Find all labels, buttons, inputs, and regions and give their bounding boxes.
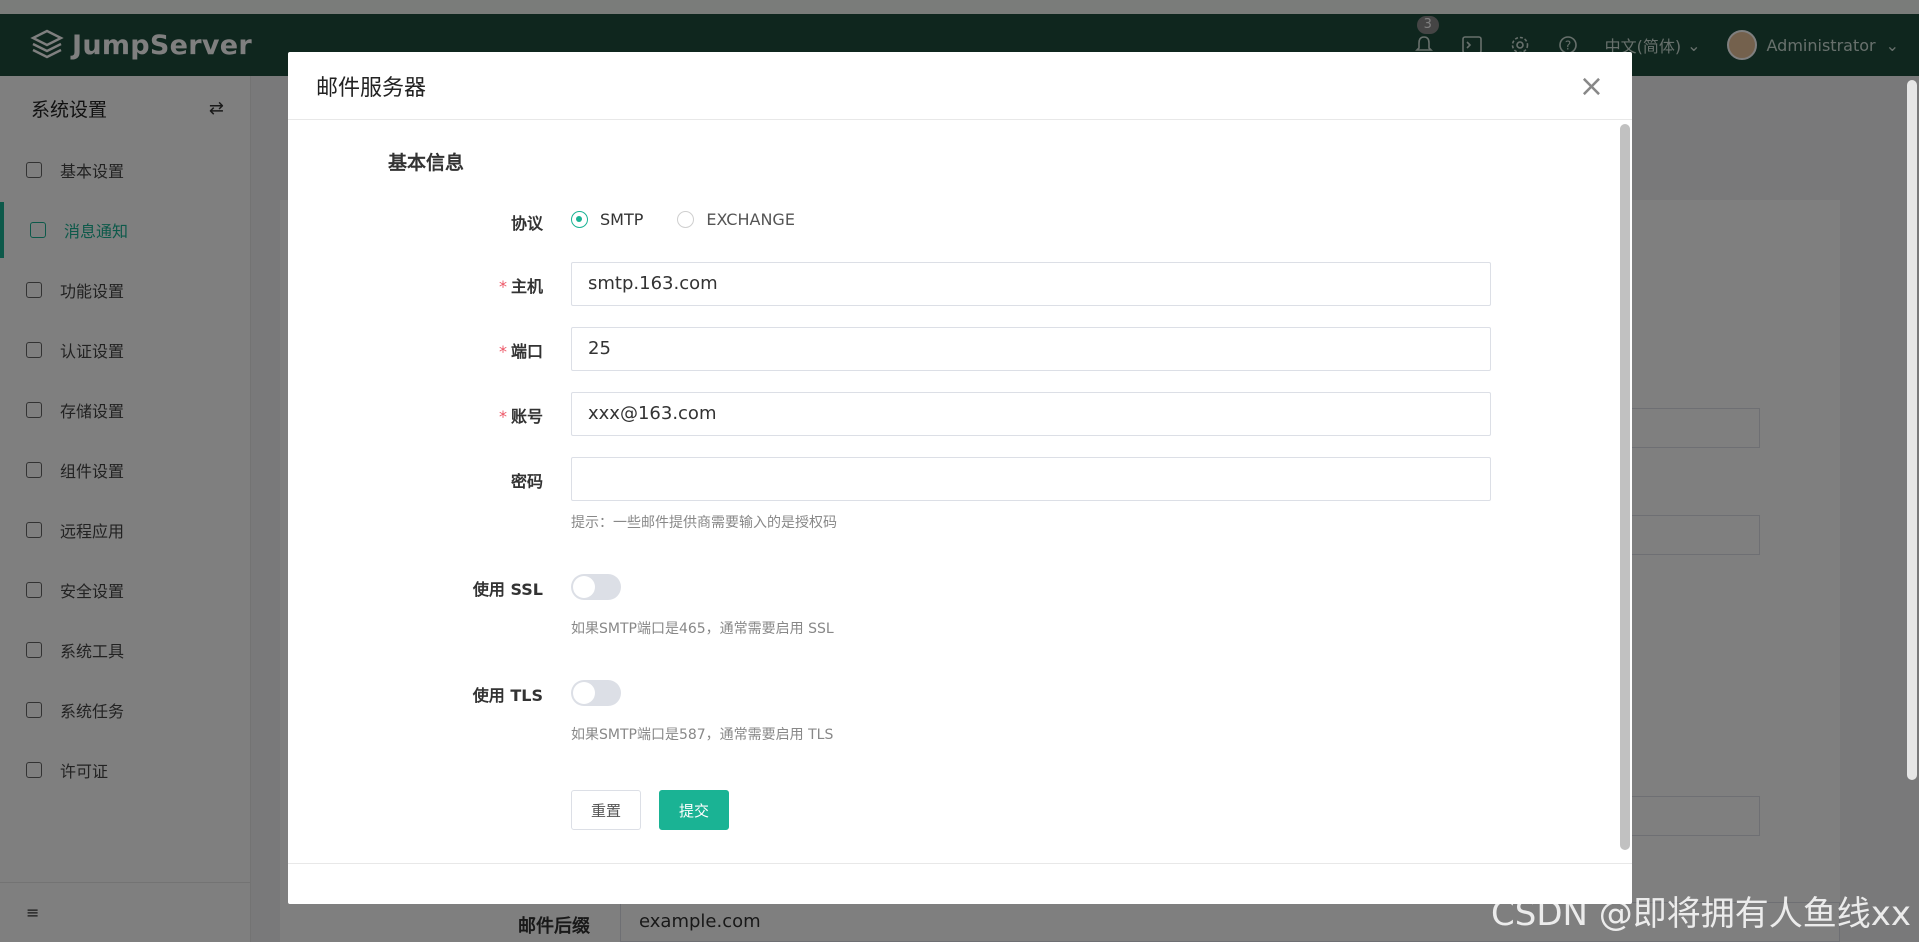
submit-button[interactable]: 提交 bbox=[659, 790, 729, 830]
radio-unchecked-icon bbox=[677, 211, 695, 228]
host-label: * 主机 bbox=[498, 277, 543, 296]
dialog-footer-divider bbox=[288, 863, 1632, 864]
protocol-label: 协议 bbox=[510, 214, 543, 233]
close-icon[interactable]: × bbox=[1579, 72, 1604, 102]
watermark: CSDN @即将拥有人鱼线xx bbox=[1491, 894, 1911, 934]
radio-label: SMTP bbox=[600, 210, 644, 229]
protocol-radio-exchange[interactable]: EXCHANGE bbox=[677, 210, 795, 229]
reset-button[interactable]: 重置 bbox=[571, 790, 641, 830]
tls-toggle[interactable] bbox=[571, 680, 621, 706]
dialog-header: 邮件服务器 × bbox=[288, 52, 1632, 120]
tls-label: 使用 TLS bbox=[472, 686, 543, 705]
tls-hint: 如果SMTP端口是587，通常需要启用 TLS bbox=[571, 727, 834, 743]
mail-server-dialog: 邮件服务器 × 基本信息 协议 SMTP EXCHANGE * 主机 smtp.1… bbox=[288, 52, 1632, 904]
account-input[interactable]: xxx@163.com bbox=[571, 392, 1491, 436]
password-label: 密码 bbox=[510, 472, 543, 491]
ssl-hint: 如果SMTP端口是465，通常需要启用 SSL bbox=[571, 621, 834, 637]
protocol-radio-group: SMTP EXCHANGE bbox=[571, 210, 829, 229]
dialog-scrollbar[interactable] bbox=[1620, 124, 1630, 850]
password-input[interactable] bbox=[571, 457, 1491, 501]
section-title: 基本信息 bbox=[388, 152, 465, 174]
host-input[interactable]: smtp.163.com bbox=[571, 262, 1491, 306]
dialog-title: 邮件服务器 bbox=[316, 75, 427, 101]
port-label: * 端口 bbox=[498, 342, 543, 361]
radio-label: EXCHANGE bbox=[706, 210, 795, 229]
ssl-toggle[interactable] bbox=[571, 574, 621, 600]
port-input[interactable]: 25 bbox=[571, 327, 1491, 371]
page-scrollbar[interactable] bbox=[1907, 80, 1917, 780]
ssl-label: 使用 SSL bbox=[472, 580, 543, 599]
protocol-radio-smtp[interactable]: SMTP bbox=[571, 210, 643, 229]
password-hint: 提示：一些邮件提供商需要输入的是授权码 bbox=[571, 515, 837, 531]
radio-checked-icon bbox=[571, 211, 588, 228]
account-label: * 账号 bbox=[498, 407, 543, 426]
